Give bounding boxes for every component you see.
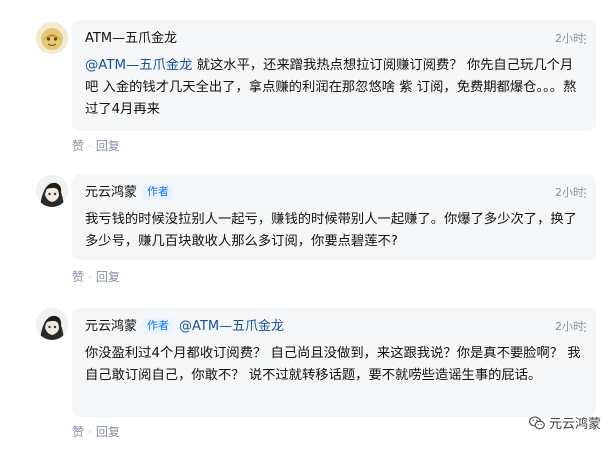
comment-text: 你没盈利过4个月都收订阅费？ 自己尚且没做到，来这跟我说？你是真不要脸啊？ 我自… xyxy=(85,346,581,383)
comment-meta: 元云鸿蒙 作者 2小时 ⋮ xyxy=(85,182,591,204)
comment-text: 我亏钱的时候没拉别人一起亏，赚钱的时候带别人一起赚了。你爆了多少次了，换了多少号… xyxy=(85,212,577,249)
like-button[interactable]: 赞 xyxy=(72,139,84,153)
mention-link[interactable]: @ATM—五爪金龙 xyxy=(85,58,192,73)
comment-thread: ATM—五爪金龙 2小时 ⋮ @ATM—五爪金龙 就这水平，还来蹭我热点想拉订阅… xyxy=(0,0,611,454)
comment-actions: 赞 · 回复 xyxy=(72,138,120,154)
comment-author[interactable]: ATM—五爪金龙 xyxy=(85,31,177,46)
avatar[interactable] xyxy=(36,308,68,340)
comment-meta: 元云鸿蒙 作者 @ATM—五爪金龙 2小时 ⋮ xyxy=(85,316,591,338)
watermark-text: 元云鸿蒙 xyxy=(548,417,601,432)
like-button[interactable]: 赞 xyxy=(72,270,84,284)
comment-actions: 赞 · 回复 xyxy=(72,269,120,285)
reply-button[interactable]: 回复 xyxy=(96,139,120,153)
reply-target-link[interactable]: @ATM—五爪金龙 xyxy=(179,319,284,334)
weixin-icon xyxy=(529,415,545,430)
comment-bubble: 元云鸿蒙 作者 @ATM—五爪金龙 2小时 ⋮ 你没盈利过4个月都收订阅费？ 自己尚… xyxy=(72,308,596,417)
reply-button[interactable]: 回复 xyxy=(96,270,120,284)
comment-bubble: ATM—五爪金龙 2小时 ⋮ @ATM—五爪金龙 就这水平，还来蹭我热点想拉订阅… xyxy=(72,20,596,131)
comment-author[interactable]: 元云鸿蒙 xyxy=(85,319,137,334)
comment-meta: ATM—五爪金龙 2小时 ⋮ xyxy=(85,28,591,50)
action-separator: · xyxy=(88,425,92,439)
watermark: 元云鸿蒙 xyxy=(529,413,601,432)
reply-button[interactable]: 回复 xyxy=(96,425,120,439)
more-options-icon[interactable]: ⋮ xyxy=(577,317,593,337)
action-separator: · xyxy=(88,139,92,153)
comment-text: @ATM—五爪金龙 就这水平，还来蹭我热点想拉订阅赚订阅费？ 你先自己玩几个月吧… xyxy=(85,55,584,121)
comment-author[interactable]: 元云鸿蒙 xyxy=(85,185,137,200)
comment-actions: 赞 · 回复 xyxy=(72,424,120,440)
more-options-icon[interactable]: ⋮ xyxy=(577,29,593,49)
like-button[interactable]: 赞 xyxy=(72,425,84,439)
avatar[interactable] xyxy=(36,22,68,54)
avatar[interactable] xyxy=(36,175,68,207)
more-options-icon[interactable]: ⋮ xyxy=(577,183,593,203)
author-badge: 作者 xyxy=(143,184,174,200)
author-badge: 作者 xyxy=(143,318,174,334)
action-separator: · xyxy=(88,270,92,284)
comment-bubble: 元云鸿蒙 作者 2小时 ⋮ 我亏钱的时候没拉别人一起亏，赚钱的时候带别人一起赚了。… xyxy=(72,174,596,260)
